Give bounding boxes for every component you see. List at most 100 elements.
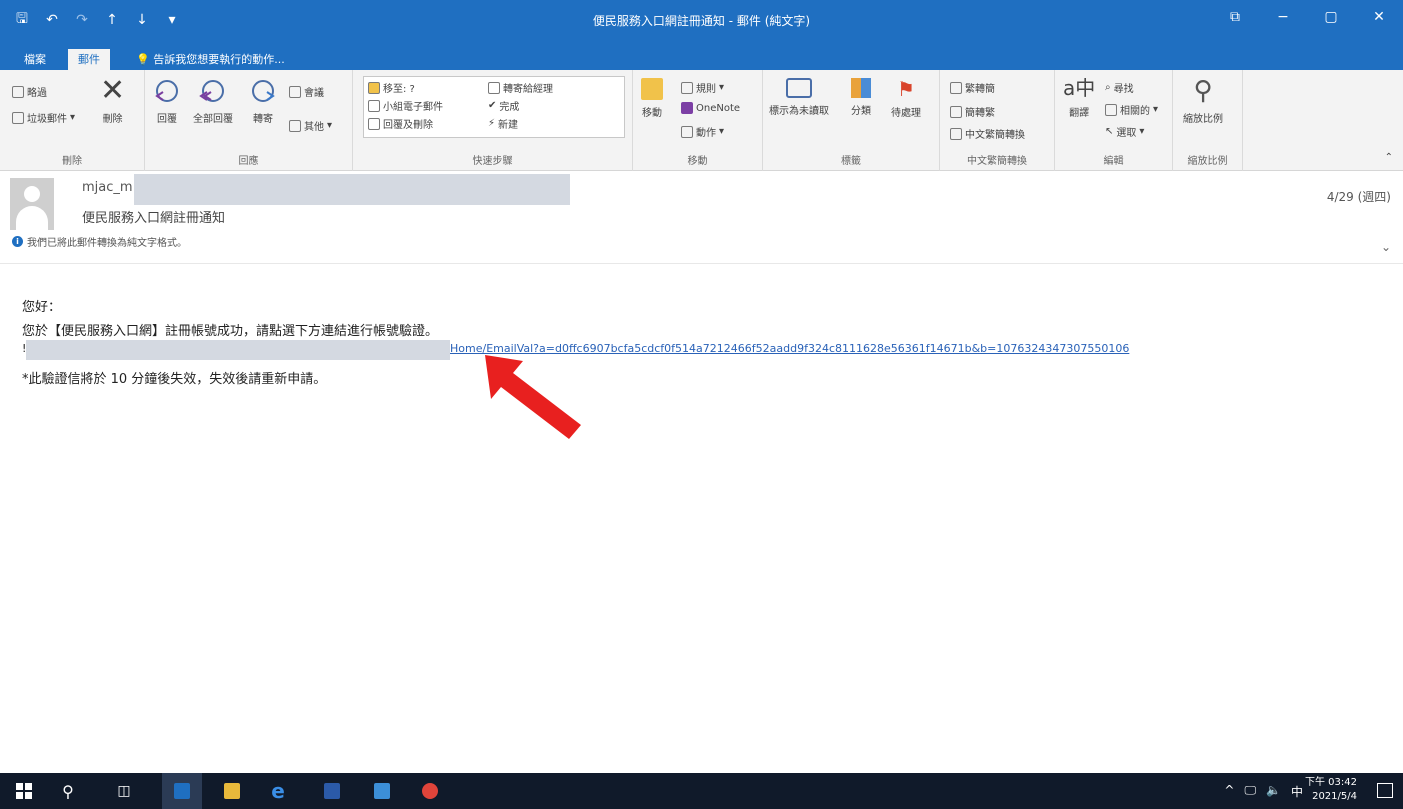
- find-button[interactable]: ⌕ 尋找: [1105, 80, 1134, 95]
- chevron-down-icon[interactable]: ⌄: [1381, 240, 1391, 254]
- reply-button[interactable]: 回覆: [153, 78, 181, 125]
- input-method-icon[interactable]: 中: [1291, 783, 1303, 800]
- windows-start-icon[interactable]: [8, 773, 40, 809]
- task-view-icon[interactable]: ◫: [108, 773, 140, 809]
- taskbar-word-icon[interactable]: [316, 773, 348, 809]
- sender-name[interactable]: mjac_m: [82, 180, 133, 195]
- actions-icon: [681, 125, 693, 138]
- verification-link[interactable]: Home/EmailVal?a=d0ffc6907bcfa5cdcf0f514a…: [450, 342, 1129, 355]
- quick-step-move-to[interactable]: 移至: ?: [368, 80, 415, 95]
- cursor-icon: ↖: [1105, 126, 1114, 137]
- forward-manager-icon: [488, 81, 500, 94]
- quick-step-create-new[interactable]: ⚡ 新建: [488, 116, 518, 131]
- related-icon: [1105, 103, 1117, 116]
- categorize-button[interactable]: 分類: [851, 78, 871, 117]
- ignore-button[interactable]: 略過: [12, 84, 47, 99]
- trad-to-simp-button[interactable]: 繁轉簡: [950, 80, 995, 95]
- translate-icon: a中: [1063, 76, 1096, 100]
- quick-access-toolbar: 🖫 ↶ ↷ ↑ ↓ ▾: [14, 8, 180, 32]
- zoom-button[interactable]: ⚲ 縮放比例: [1183, 76, 1223, 125]
- onenote-icon: [681, 102, 693, 114]
- actions-button[interactable]: 動作 ▾: [681, 124, 724, 139]
- taskbar: ⚲ ◫ e ^ 🖵 🔈 中 下午 03:42 2021/5/4: [0, 773, 1403, 809]
- chinese-conversion-button[interactable]: 中文繁簡轉換: [950, 126, 1025, 141]
- mark-unread-button[interactable]: 標示為未讀取: [769, 78, 829, 117]
- translate-button[interactable]: a中 翻譯: [1063, 76, 1095, 119]
- group-label-zoom: 縮放比例: [1187, 156, 1228, 167]
- customize-icon[interactable]: ▾: [164, 12, 180, 28]
- more-icon: [289, 119, 301, 132]
- move-button[interactable]: 移動: [641, 78, 663, 119]
- rules-icon: [681, 81, 693, 94]
- reply-all-icon: [199, 80, 224, 102]
- window-title: 便民服務入口網註冊通知 - 郵件 (純文字): [592, 14, 811, 28]
- meeting-button[interactable]: 會議: [289, 84, 324, 99]
- maximize-button[interactable]: ▢: [1307, 0, 1355, 34]
- follow-up-button[interactable]: ⚑ 待處理: [891, 78, 921, 119]
- show-hidden-icons-icon[interactable]: ^: [1224, 783, 1234, 800]
- sender-avatar: [10, 178, 54, 230]
- tab-file[interactable]: 檔案: [14, 49, 56, 70]
- ribbon-group-move: 移動 規則 ▾ OneNote 動作 ▾ 移動: [633, 70, 763, 171]
- save-icon[interactable]: 🖫: [14, 8, 30, 32]
- group-label-move: 移動: [687, 156, 708, 167]
- categorize-icon: [851, 78, 871, 98]
- message-date: 4/29 (週四): [1326, 190, 1391, 204]
- taskbar-chrome-icon[interactable]: [414, 773, 446, 809]
- undo-icon[interactable]: ↶: [44, 12, 60, 28]
- checkmark-icon: ✔: [488, 100, 497, 111]
- group-label-editing: 編輯: [1103, 156, 1124, 167]
- body-line-1: 您於【便民服務入口網】註冊帳號成功，請點選下方連結進行帳號驗證。: [22, 324, 439, 339]
- redo-icon[interactable]: ↷: [74, 12, 90, 28]
- simp-to-trad-button[interactable]: 簡轉繁: [950, 104, 995, 119]
- magnifier-icon: ⚲: [1193, 76, 1213, 106]
- reply-delete-icon: [368, 117, 380, 130]
- trad-to-simp-icon: [950, 81, 962, 94]
- title-bar: 🖫 ↶ ↷ ↑ ↓ ▾ 便民服務入口網註冊通知 - 郵件 (純文字) ⧉ − ▢…: [0, 0, 1403, 46]
- ribbon-display-options-button[interactable]: ⧉: [1211, 0, 1259, 34]
- taskbar-photos-icon[interactable]: [366, 773, 398, 809]
- ribbon-group-editing: a中 翻譯 ⌕ 尋找 相關的 ▾ ↖ 選取 ▾ 編輯: [1055, 70, 1173, 171]
- info-bar[interactable]: i 我們已將此郵件轉換為純文字格式。: [12, 234, 187, 249]
- select-button[interactable]: ↖ 選取 ▾: [1105, 124, 1144, 139]
- header-divider: [0, 263, 1403, 264]
- reply-all-button[interactable]: 全部回覆: [193, 78, 233, 125]
- body-greeting: 您好：: [22, 300, 62, 315]
- unread-envelope-icon: [786, 78, 812, 98]
- taskbar-explorer-icon[interactable]: [216, 773, 248, 809]
- more-respond-button[interactable]: 其他 ▾: [289, 118, 332, 133]
- notification-icon[interactable]: [1377, 783, 1393, 798]
- tab-message[interactable]: 郵件: [68, 49, 110, 70]
- volume-icon[interactable]: 🔈: [1266, 783, 1281, 800]
- quick-step-done[interactable]: ✔ 完成: [488, 98, 519, 113]
- ribbon-group-tags: 標示為未讀取 分類 ⚑ 待處理 標籤: [763, 70, 940, 171]
- outlook-icon: [174, 783, 190, 799]
- ribbon-group-zoom: ⚲ 縮放比例 縮放比例: [1173, 70, 1243, 171]
- quick-step-team-email[interactable]: 小組電子郵件: [368, 98, 443, 113]
- up-icon[interactable]: ↑: [104, 12, 120, 28]
- minimize-button[interactable]: −: [1259, 0, 1307, 34]
- related-button[interactable]: 相關的 ▾: [1105, 102, 1158, 117]
- forward-button[interactable]: 轉寄: [249, 78, 277, 125]
- folder-icon: [224, 783, 240, 799]
- onenote-button[interactable]: OneNote: [681, 102, 740, 114]
- close-button[interactable]: ✕: [1355, 0, 1403, 34]
- ignore-icon: [12, 85, 24, 98]
- network-icon[interactable]: 🖵: [1244, 783, 1256, 800]
- word-icon: [324, 783, 340, 799]
- lightning-icon: ⚡: [488, 118, 496, 129]
- junk-button[interactable]: 垃圾郵件 ▾: [12, 110, 75, 125]
- search-icon[interactable]: ⚲: [52, 773, 84, 809]
- info-text: 我們已將此郵件轉換為純文字格式。: [27, 238, 187, 249]
- quick-step-to-manager[interactable]: 轉寄給經理: [488, 80, 553, 95]
- taskbar-ie-icon[interactable]: e: [262, 773, 294, 809]
- rules-button[interactable]: 規則 ▾: [681, 80, 724, 95]
- taskbar-outlook-icon[interactable]: [162, 773, 202, 809]
- collapse-ribbon-icon[interactable]: ⌃: [1385, 152, 1393, 163]
- taskbar-clock[interactable]: 下午 03:42 2021/5/4: [1305, 776, 1357, 804]
- group-label-respond: 回應: [238, 156, 259, 167]
- down-icon[interactable]: ↓: [134, 12, 150, 28]
- tell-me-search[interactable]: 💡 告訴我您想要執行的動作...: [136, 49, 285, 70]
- delete-button[interactable]: ✕ 刪除: [100, 76, 125, 126]
- quick-step-reply-delete[interactable]: 回覆及刪除: [368, 116, 433, 131]
